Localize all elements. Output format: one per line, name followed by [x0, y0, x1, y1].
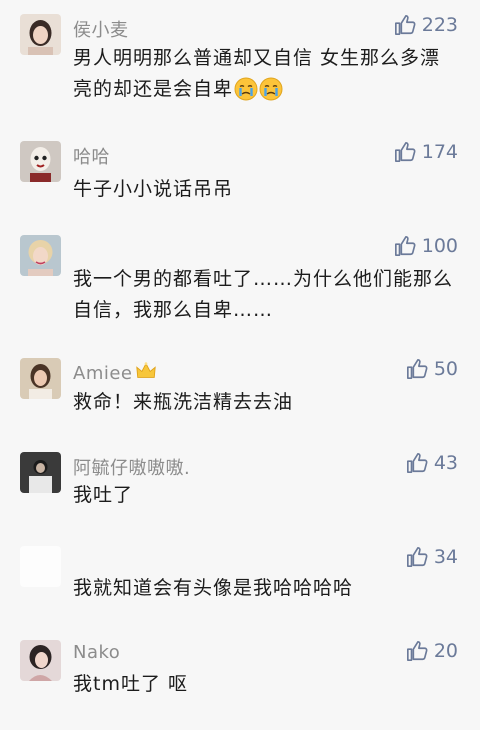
like-button[interactable]: 20 — [406, 640, 458, 662]
like-count: 43 — [433, 452, 458, 474]
like-count: 223 — [421, 14, 458, 36]
comment-text: 我一个男的都看吐了……为什么他们能那么自信，我那么自卑…… — [73, 268, 454, 321]
like-count: 174 — [421, 141, 458, 163]
comment-text: 我tm吐了 呕 — [73, 673, 188, 695]
like-button[interactable]: 100 — [394, 235, 458, 257]
username[interactable]: 侯小麦 — [73, 16, 129, 42]
thumbs-up-icon — [394, 236, 416, 256]
thumbs-up-icon — [406, 641, 428, 661]
like-count: 34 — [433, 546, 458, 568]
avatar[interactable] — [20, 452, 61, 493]
username[interactable]: Amiee — [73, 360, 157, 384]
like-button[interactable]: 174 — [394, 141, 458, 163]
thumbs-up-icon — [406, 453, 428, 473]
thumbs-up-icon — [406, 547, 428, 567]
username[interactable]: 哈哈 — [73, 143, 110, 169]
comment-text: 男人明明那么普通却又自信 女生那么多漂亮的却还是会自卑 — [73, 43, 458, 105]
avatar[interactable] — [20, 546, 61, 587]
username-text[interactable]: Amiee — [73, 363, 133, 384]
crown-icon — [135, 362, 156, 378]
avatar[interactable] — [20, 358, 61, 399]
username[interactable]: Nako — [73, 642, 120, 663]
comment-list: 侯小麦 223 男人明明那么普通却又自信 女生那么多漂亮的却还是会自卑 哈哈 1… — [0, 0, 480, 730]
username[interactable]: 阿毓仔嗷嗷嗷. — [73, 454, 190, 480]
like-button[interactable]: 43 — [406, 452, 458, 474]
comment-text: 牛子小小说话吊吊 — [73, 178, 234, 200]
comment-text: 救命！来瓶洗洁精去去油 — [73, 391, 294, 413]
like-button[interactable]: 34 — [406, 546, 458, 568]
comment-text: 我吐了 — [73, 484, 134, 506]
like-count: 50 — [433, 358, 458, 380]
like-button[interactable]: 50 — [406, 358, 458, 380]
avatar[interactable] — [20, 14, 61, 55]
thumbs-up-icon — [394, 15, 416, 35]
thumbs-up-icon — [394, 142, 416, 162]
thumbs-up-icon — [406, 359, 428, 379]
like-count: 20 — [433, 640, 458, 662]
avatar[interactable] — [20, 640, 61, 681]
like-button[interactable]: 223 — [394, 14, 458, 36]
avatar[interactable] — [20, 235, 61, 276]
comment-text: 我就知道会有头像是我哈哈哈哈 — [73, 577, 354, 599]
avatar[interactable] — [20, 141, 61, 182]
crying-face-icon — [259, 77, 283, 101]
like-count: 100 — [421, 235, 458, 257]
crying-face-icon — [234, 77, 258, 101]
